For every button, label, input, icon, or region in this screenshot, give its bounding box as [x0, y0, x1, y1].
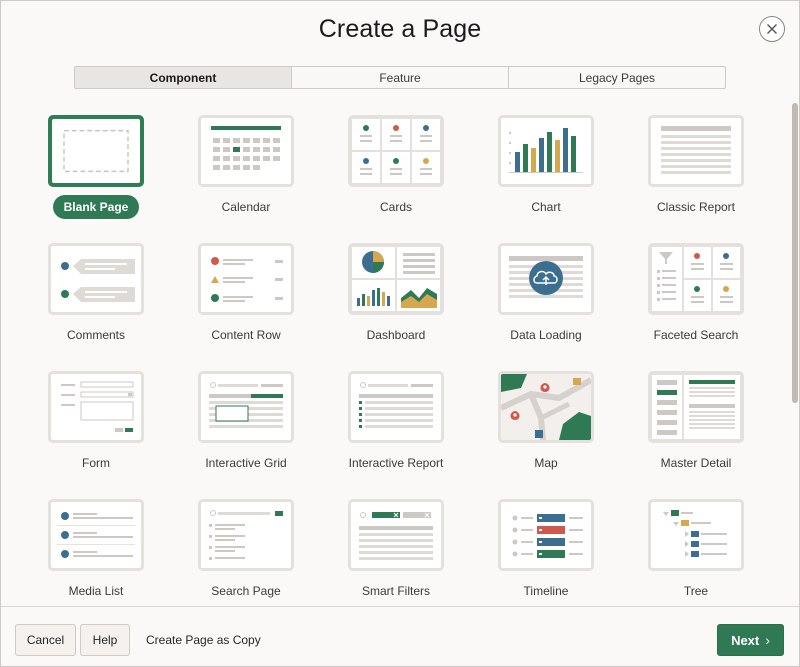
search-page-icon [201, 502, 291, 568]
tile-label: Dashboard [366, 328, 426, 342]
cancel-button[interactable]: Cancel [15, 624, 76, 656]
tile-comments[interactable]: Comments [21, 243, 171, 363]
dialog-footer: Cancel Help Create Page as Copy Next › [1, 606, 799, 666]
tile-label: Tree [683, 584, 709, 598]
timeline-icon [501, 502, 591, 568]
tile-interactive-grid[interactable]: Interactive Grid [171, 371, 321, 491]
next-button-label: Next [731, 632, 760, 648]
tile-label: Master Detail [660, 456, 732, 470]
tile-dashboard[interactable]: Dashboard [321, 243, 471, 363]
tile-label: Smart Filters [361, 584, 430, 598]
faceted-search-icon [651, 246, 741, 312]
data-loading-icon [501, 246, 591, 312]
tile-label: Faceted Search [653, 328, 739, 342]
tile-label: Timeline [523, 584, 569, 598]
tile-label: Interactive Report [348, 456, 444, 470]
interactive-grid-icon [201, 374, 291, 440]
tile-form[interactable]: Form [21, 371, 171, 491]
tile-label: Media List [68, 584, 124, 598]
interactive-report-icon [351, 374, 441, 440]
tile-label: Classic Report [656, 200, 736, 214]
dashboard-icon [351, 246, 441, 312]
tile-master-detail[interactable]: Master Detail [621, 371, 771, 491]
tile-label: Interactive Grid [205, 456, 287, 470]
calendar-icon [201, 118, 291, 184]
tile-timeline[interactable]: Timeline [471, 499, 621, 619]
tile-calendar[interactable]: Calendar [171, 115, 321, 235]
tile-label: Search Page [211, 584, 281, 598]
tile-blank-page[interactable]: Blank Page [21, 115, 171, 235]
tile-label: Cards [379, 200, 412, 214]
tile-faceted-search[interactable]: Faceted Search [621, 243, 771, 363]
tile-interactive-report[interactable]: Interactive Report [321, 371, 471, 491]
cards-icon [351, 118, 441, 184]
tile-tree[interactable]: Tree [621, 499, 771, 619]
tile-media-list[interactable]: Media List [21, 499, 171, 619]
form-icon [51, 374, 141, 440]
tile-cards[interactable]: Cards [321, 115, 471, 235]
chevron-right-icon: › [765, 632, 770, 648]
page-type-grid: Blank Page Calendar Cards Chart Classic … [1, 1, 799, 606]
tile-search-page[interactable]: Search Page [171, 499, 321, 619]
grid-scrollbar[interactable] [791, 101, 799, 606]
next-button[interactable]: Next › [717, 624, 784, 656]
tile-data-loading[interactable]: Data Loading [471, 243, 621, 363]
media-list-icon [51, 502, 141, 568]
create-page-as-copy-link[interactable]: Create Page as Copy [146, 633, 261, 647]
tile-label: Form [82, 456, 110, 470]
tile-label: Chart [531, 200, 561, 214]
master-detail-icon [651, 374, 741, 440]
tile-classic-report[interactable]: Classic Report [621, 115, 771, 235]
classic-report-icon [651, 118, 741, 184]
tile-label: Comments [66, 328, 125, 342]
tile-label: Blank Page [53, 195, 139, 219]
scrollbar-thumb[interactable] [792, 103, 798, 403]
help-button[interactable]: Help [80, 624, 130, 656]
tile-map[interactable]: Map [471, 371, 621, 491]
map-icon [501, 374, 591, 440]
tile-label: Calendar [221, 200, 271, 214]
tree-icon [651, 502, 741, 568]
create-page-dialog: Create a Page Component Feature Legacy P… [0, 0, 800, 667]
smart-filters-icon [351, 502, 441, 568]
tile-content-row[interactable]: Content Row [171, 243, 321, 363]
tile-smart-filters[interactable]: Smart Filters [321, 499, 471, 619]
tile-chart[interactable]: Chart [471, 115, 621, 235]
content-row-icon [201, 246, 291, 312]
tile-label: Data Loading [510, 328, 582, 342]
tile-label: Content Row [211, 328, 281, 342]
tile-label: Map [534, 456, 558, 470]
chart-icon [501, 118, 591, 184]
blank-page-icon [52, 119, 140, 183]
comments-icon [51, 246, 141, 312]
